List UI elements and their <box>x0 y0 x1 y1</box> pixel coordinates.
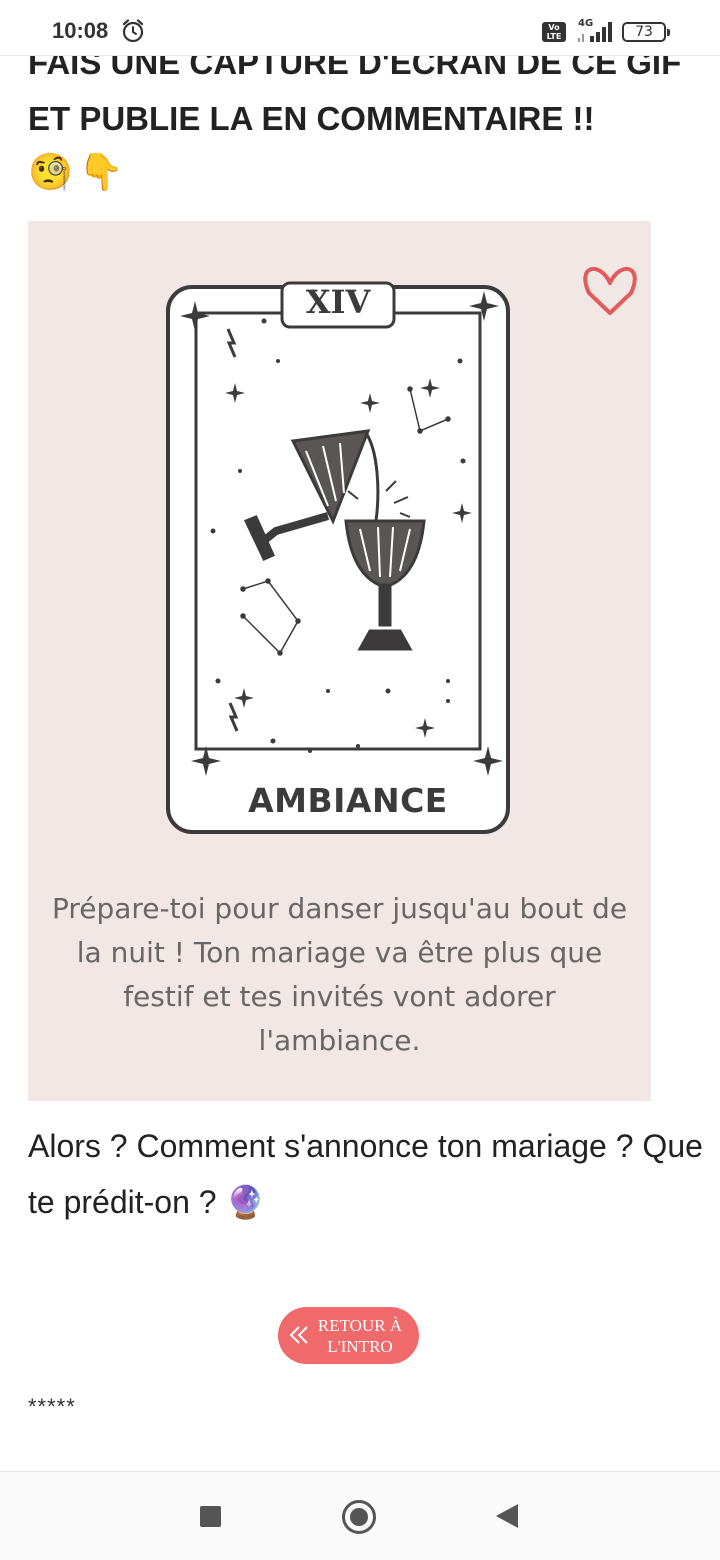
triangle-back-icon[interactable] <box>496 1504 518 1528</box>
status-bar: 10:08 Vo LTE 4G 73 <box>0 0 720 56</box>
status-time: 10:08 <box>52 18 109 43</box>
navigation-bar <box>0 1471 720 1560</box>
monocle-face-emoji: 🧐 <box>28 152 73 193</box>
question-paragraph: Alors ? Comment s'annonce ton mariage ? … <box>28 1128 703 1220</box>
emoji-row: 🧐 👇 <box>28 148 124 198</box>
back-button-label: RETOUR À L'INTRO <box>310 1315 410 1357</box>
pointing-down-emoji: 👇 <box>78 152 124 193</box>
signal-strength-icon <box>578 22 612 42</box>
home-dot <box>350 1508 368 1526</box>
square-recents-icon[interactable] <box>200 1506 221 1527</box>
tarot-card-gif: XIV AMBIANCE Prépare-toi pour danser jus… <box>28 221 651 1101</box>
back-button-line2: L'INTRO <box>327 1337 393 1356</box>
back-button-line1: RETOUR À <box>317 1316 403 1335</box>
heart-outline-icon <box>583 266 637 315</box>
battery-tip <box>667 29 670 36</box>
alarm-clock-icon <box>122 19 144 43</box>
double-chevron-left-icon <box>289 1326 308 1344</box>
battery-icon: 73 <box>622 22 670 42</box>
volte-badge: Vo LTE <box>542 22 566 42</box>
card-title: AMBIANCE <box>248 781 448 820</box>
separator-stars: ***** <box>28 1394 76 1419</box>
card-caption: Prépare-toi pour danser jusqu'au bout de… <box>51 892 628 1057</box>
circle-home-icon[interactable] <box>342 1500 376 1534</box>
back-to-intro-button[interactable]: RETOUR À L'INTRO <box>278 1307 419 1364</box>
card-numeral: XIV <box>305 283 371 321</box>
battery-level: 73 <box>635 24 653 40</box>
